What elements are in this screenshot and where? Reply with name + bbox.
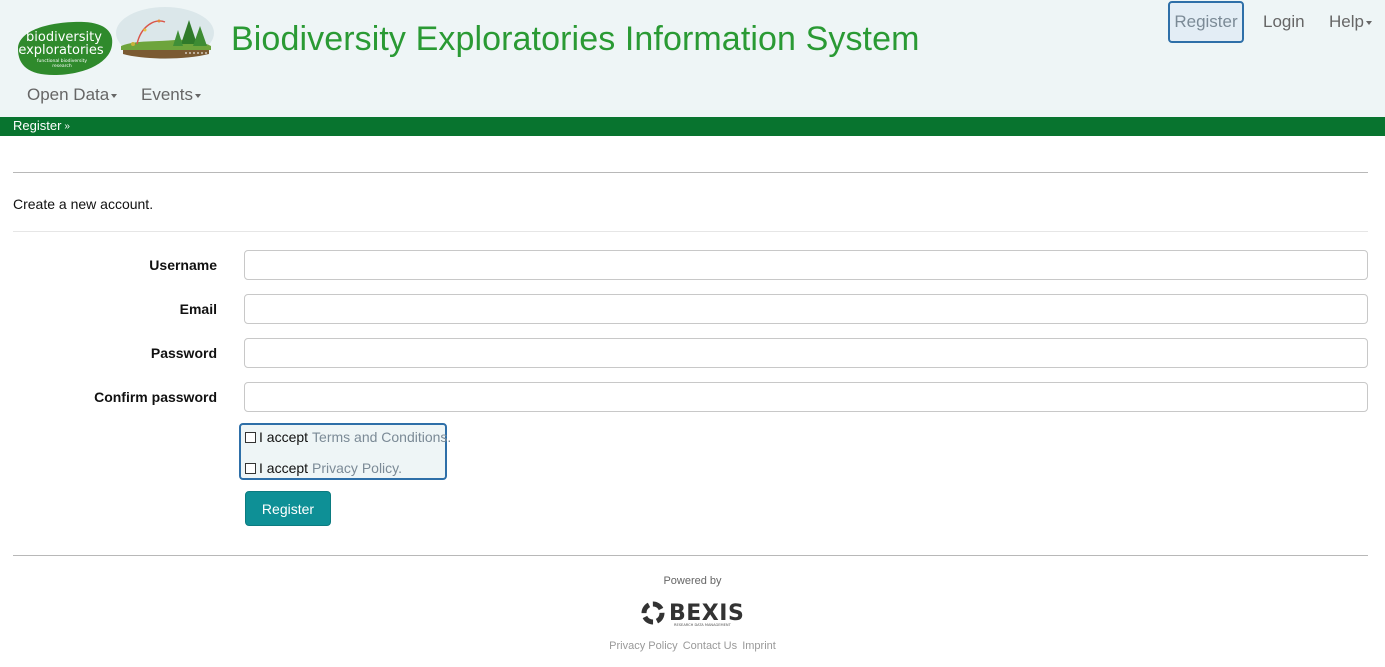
svg-text:exploratories: exploratories: [18, 43, 104, 58]
accept-terms-prefix: I accept: [259, 429, 309, 445]
footer-divider: [13, 555, 1368, 556]
footer-links: Privacy Policy Contact Us Imprint: [0, 640, 1385, 652]
nav-help-dropdown[interactable]: Help: [1329, 12, 1372, 32]
landscape-logo: [116, 7, 214, 59]
breadcrumb-label: Register: [13, 118, 62, 133]
footer-imprint-link[interactable]: Imprint: [742, 640, 776, 652]
page-subtitle: Create a new account.: [13, 196, 154, 212]
nav-login-link[interactable]: Login: [1263, 12, 1305, 32]
divider: [13, 172, 1368, 173]
username-input[interactable]: [244, 250, 1368, 280]
confirm-password-input[interactable]: [244, 382, 1368, 412]
nav-register-button[interactable]: Register: [1168, 1, 1244, 43]
email-input[interactable]: [244, 294, 1368, 324]
breadcrumb-bar: Register»: [0, 117, 1385, 136]
breadcrumb[interactable]: Register»: [13, 118, 70, 133]
terms-link[interactable]: Terms and Conditions.: [312, 429, 451, 445]
footer-privacy-link[interactable]: Privacy Policy: [609, 640, 677, 652]
privacy-link[interactable]: Privacy Policy.: [312, 460, 402, 476]
caret-down-icon: [1365, 20, 1372, 25]
nav-help-label: Help: [1329, 12, 1364, 31]
accept-privacy-prefix: I accept: [259, 460, 309, 476]
app-title: Biodiversity Exploratories Information S…: [231, 20, 920, 58]
accept-box: I accept Terms and Conditions. I accept …: [239, 423, 451, 480]
register-submit-button[interactable]: Register: [245, 491, 331, 526]
footer-contact-link[interactable]: Contact Us: [683, 640, 737, 652]
accept-privacy-row: I accept Privacy Policy.: [245, 460, 402, 476]
accept-terms-row: I accept Terms and Conditions.: [245, 429, 451, 445]
nav-events-label: Events: [141, 85, 193, 104]
username-label: Username: [149, 257, 217, 273]
nav-events-dropdown[interactable]: Events: [141, 85, 201, 105]
email-label: Email: [179, 301, 217, 317]
biodiversity-exploratories-logo[interactable]: biodiversity exploratories functional bi…: [14, 19, 114, 76]
caret-down-icon: [111, 93, 118, 98]
accept-terms-checkbox[interactable]: [245, 431, 256, 443]
confirm-password-label: Confirm password: [94, 389, 217, 405]
password-label: Password: [150, 345, 217, 361]
nav-open-data-label: Open Data: [27, 85, 110, 104]
svg-text:research: research: [52, 63, 72, 69]
password-input[interactable]: [244, 338, 1368, 368]
svg-text:RESEARCH DATA MANAGEMENT: RESEARCH DATA MANAGEMENT: [674, 623, 732, 627]
site-header: biodiversity exploratories functional bi…: [0, 0, 1385, 117]
caret-down-icon: [194, 93, 201, 98]
double-chevron-down-icon: »: [64, 121, 70, 132]
powered-by-label: Powered by: [663, 575, 722, 587]
accept-privacy-checkbox[interactable]: [245, 462, 256, 474]
divider: [13, 231, 1368, 232]
bexis-logo[interactable]: BEXIS RESEARCH DATA MANAGEMENT: [640, 598, 746, 628]
nav-open-data-dropdown[interactable]: Open Data: [27, 85, 118, 105]
